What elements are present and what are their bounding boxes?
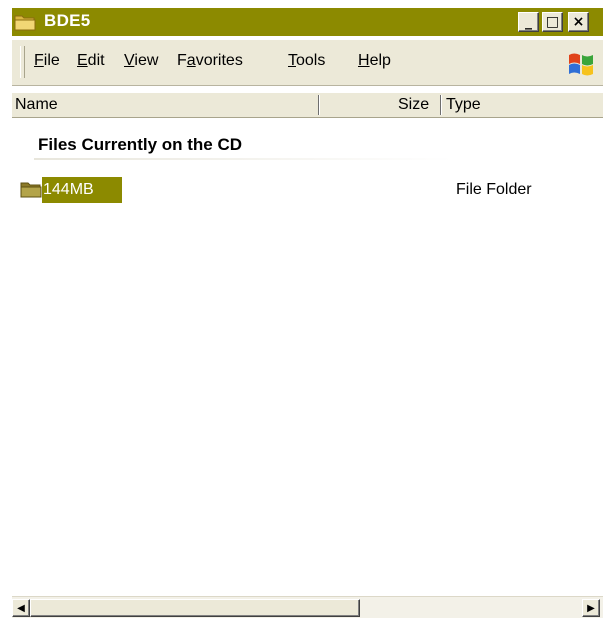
- close-button[interactable]: ×: [568, 12, 589, 32]
- column-headers: Name Size Type: [12, 92, 603, 118]
- menu-favorites[interactable]: Favorites: [177, 52, 243, 70]
- title-bar[interactable]: BDE5 _ □ ×: [12, 8, 603, 36]
- group-title: Files Currently on the CD: [38, 135, 243, 154]
- minimize-icon: _: [525, 14, 532, 30]
- toolbar-grip[interactable]: [20, 46, 25, 78]
- menu-help[interactable]: Help: [358, 52, 391, 70]
- column-header-type[interactable]: Type: [446, 96, 481, 114]
- close-icon: ×: [572, 14, 585, 30]
- menu-tools[interactable]: Tools: [288, 52, 325, 70]
- menu-edit[interactable]: Edit: [77, 52, 105, 70]
- windows-logo-icon: [569, 53, 593, 76]
- file-type: File Folder: [456, 181, 532, 198]
- scroll-right-button[interactable]: ▶: [582, 599, 600, 617]
- menu-view[interactable]: View: [124, 52, 158, 70]
- minimize-button[interactable]: _: [518, 12, 539, 32]
- list-item[interactable]: 144MB File Folder: [20, 176, 600, 204]
- window-title: BDE5: [44, 11, 91, 30]
- menu-bar: File Edit View Favorites Tools Help: [12, 40, 603, 86]
- folder-icon: [14, 15, 36, 31]
- maximize-icon: □: [545, 14, 560, 30]
- file-list[interactable]: Files Currently on the CD 144MB File Fol…: [12, 118, 603, 596]
- file-name[interactable]: 144MB: [42, 177, 122, 203]
- explorer-window: BDE5 _ □ × File Edit View Favorites Tool…: [0, 0, 603, 622]
- group-divider: [34, 158, 454, 160]
- scrollbar-thumb[interactable]: [30, 599, 360, 617]
- column-divider[interactable]: [440, 95, 441, 115]
- right-arrow-icon: ▶: [587, 602, 595, 614]
- horizontal-scrollbar[interactable]: ◀ ▶: [12, 596, 603, 618]
- left-arrow-icon: ◀: [17, 602, 25, 614]
- scroll-left-button[interactable]: ◀: [12, 599, 30, 617]
- column-header-size[interactable]: Size: [398, 96, 429, 114]
- menu-file[interactable]: File: [34, 52, 60, 70]
- column-divider[interactable]: [318, 95, 319, 115]
- maximize-button[interactable]: □: [542, 12, 563, 32]
- folder-icon: [20, 182, 42, 198]
- column-header-name[interactable]: Name: [15, 96, 58, 114]
